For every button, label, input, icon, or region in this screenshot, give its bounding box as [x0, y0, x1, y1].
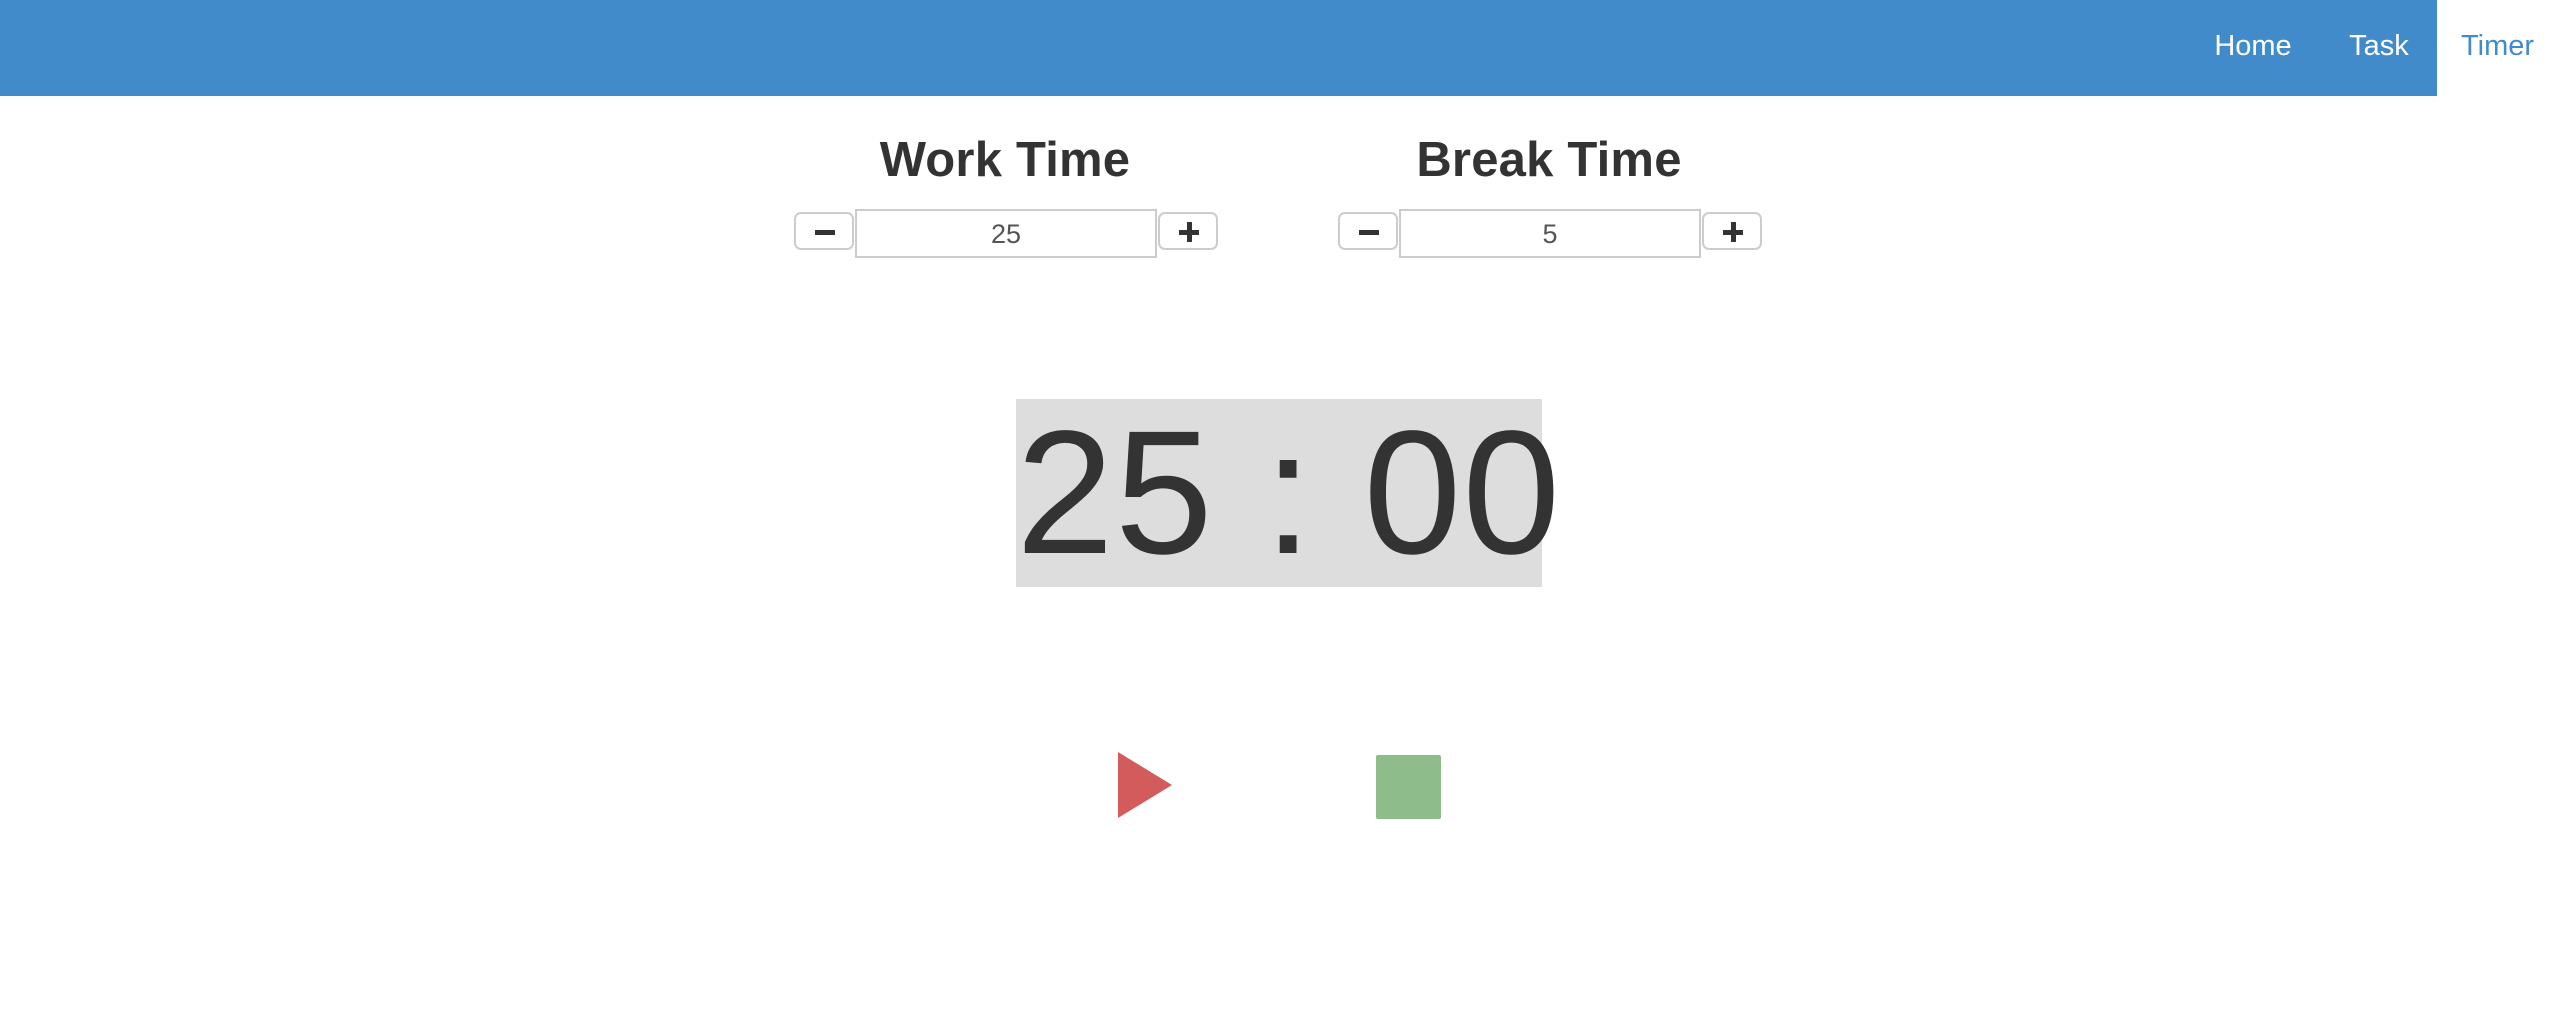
nav-task-link[interactable]: Task	[2322, 0, 2436, 96]
break-time-title: Break Time	[1416, 133, 1682, 187]
nav-timer-link[interactable]: Timer	[2437, 0, 2558, 97]
work-time-decrement-button[interactable]	[794, 212, 854, 250]
break-time-decrement-button[interactable]	[1338, 212, 1398, 250]
nav-home-link[interactable]: Home	[2184, 0, 2322, 96]
work-time-increment-button[interactable]	[1158, 212, 1218, 250]
work-time-value-field[interactable]: 25	[855, 209, 1157, 258]
minus-icon	[815, 230, 835, 235]
minus-icon	[1359, 230, 1379, 235]
stop-button[interactable]	[1376, 755, 1441, 819]
timer-clock-text: 25 : 00	[1016, 395, 1562, 591]
play-button[interactable]	[1118, 752, 1174, 820]
top-navbar: Home Task Timer	[0, 0, 2558, 97]
work-time-title: Work Time	[879, 133, 1131, 187]
break-time-increment-button[interactable]	[1702, 212, 1762, 250]
break-time-value-field[interactable]: 5	[1399, 209, 1701, 258]
play-icon	[1118, 752, 1172, 818]
timer-clock-display: 25 : 00	[1016, 395, 1562, 591]
